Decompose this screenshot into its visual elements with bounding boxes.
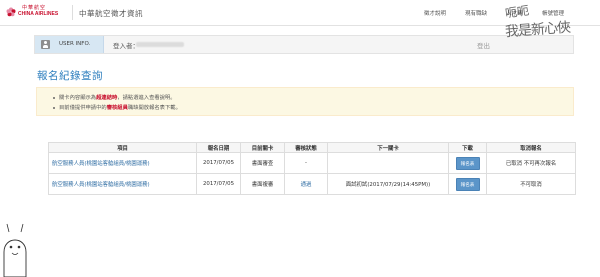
column-header-review-status: 審核狀態	[284, 142, 328, 153]
notice-line-1-highlight: 超連結時	[96, 95, 118, 101]
column-header-item: 項目	[48, 142, 197, 153]
row-next-stage-cell: 面試初試(2017/07/29(14:45PM))	[327, 173, 449, 195]
notice-box: 關卡內容顯示為超連結時，請點選進入查看說明。 目前僅提供申請中的審核組員職缺開放…	[36, 87, 574, 116]
logo-english-text: CHINA AIRLINES	[18, 11, 59, 17]
download-application-button[interactable]: 報名表	[455, 177, 480, 191]
column-header-next-stage: 下一關卡	[327, 142, 449, 153]
handwritten-watermark: 呃呃 我是新心俠	[504, 3, 600, 58]
nav-recruitment-info[interactable]: 徵才說明	[424, 9, 446, 17]
status-pass-link[interactable]: 通過	[301, 182, 312, 188]
logo-chinese-text: 中華航空	[22, 5, 47, 11]
row-status-cell: -	[284, 152, 328, 174]
logout-link[interactable]: 登出	[477, 40, 490, 50]
notice-line-2-highlight: 審核組員	[106, 105, 128, 111]
table-header-row: 項目 報名日期 目前關卡 審核狀態 下一關卡 下載 取消報名	[48, 142, 576, 153]
user-info-bar: USER INFO. 登入者： 登出	[34, 35, 574, 54]
row-download-cell: 報名表	[448, 152, 487, 174]
registration-records-table: 項目 報名日期 目前關卡 審核狀態 下一關卡 下載 取消報名 航空服務人員(桃園…	[48, 142, 576, 195]
row-item-cell: 航空服務人員(桃園站客艙組員/桃園運務)	[48, 173, 197, 195]
notice-line-2-suffix: 職缺開放報名表下載。	[127, 105, 181, 111]
bullet-icon	[53, 106, 55, 109]
column-header-current-stage: 目前關卡	[240, 142, 285, 153]
notice-line-2-prefix: 目前僅提供申請中的	[59, 105, 107, 111]
user-info-label: USER INFO.	[59, 41, 91, 47]
page-title: 報名紀錄查詢	[37, 70, 103, 82]
user-icon	[41, 40, 50, 49]
doodle-mascot-icon	[3, 223, 27, 277]
row-next-stage-cell	[327, 152, 449, 174]
plum-blossom-logo-icon	[6, 7, 16, 17]
china-airlines-logo[interactable]: 中華航空 CHINA AIRLINES	[6, 4, 59, 21]
row-item-cell: 航空服務人員(桃園站客艙組員/桃園運務)	[48, 152, 197, 174]
watermark-line-2: 我是新心俠	[504, 19, 571, 41]
nav-current-openings[interactable]: 現有職缺	[465, 9, 487, 17]
position-link[interactable]: 航空服務人員(桃園站客艙組員/桃園運務)	[52, 161, 150, 167]
notice-line-2: 目前僅提供申請中的審核組員職缺開放報名表下載。	[53, 103, 181, 111]
login-user-name-redacted	[136, 42, 184, 47]
user-info-tag: USER INFO.	[35, 36, 104, 53]
download-application-button[interactable]: 報名表	[455, 156, 480, 170]
site-title: 中華航空徵才資訊	[79, 9, 143, 18]
notice-line-1-suffix: ，請點選進入查看說明。	[117, 95, 176, 101]
row-cancel-cell: 不可取消	[486, 173, 576, 195]
column-header-download: 下載	[448, 142, 487, 153]
table-row: 航空服務人員(桃園站客艙組員/桃園運務) 2017/07/05 書面審查 - 報…	[48, 152, 576, 174]
watermark-line-1: 呃呃	[504, 3, 530, 21]
row-cancel-cell: 已取消 不可再次報名	[486, 152, 576, 174]
position-link[interactable]: 航空服務人員(桃園站客艙組員/桃園運務)	[52, 182, 150, 188]
header-divider	[72, 5, 73, 20]
row-stage-cell: 書面審查	[240, 152, 285, 174]
row-status-cell: 通過	[284, 173, 328, 195]
column-header-date: 報名日期	[196, 142, 241, 153]
column-header-cancel: 取消報名	[486, 142, 576, 153]
notice-line-1-prefix: 關卡內容顯示為	[59, 95, 97, 101]
row-date-cell: 2017/07/05	[196, 152, 241, 174]
row-date-cell: 2017/07/05	[196, 173, 241, 195]
row-stage-cell: 書面複審	[240, 173, 285, 195]
row-download-cell: 報名表	[448, 173, 487, 195]
table-row: 航空服務人員(桃園站客艙組員/桃園運務) 2017/07/05 書面複審 通過 …	[48, 173, 576, 195]
bullet-icon	[53, 96, 55, 99]
notice-line-1: 關卡內容顯示為超連結時，請點選進入查看說明。	[53, 93, 176, 101]
